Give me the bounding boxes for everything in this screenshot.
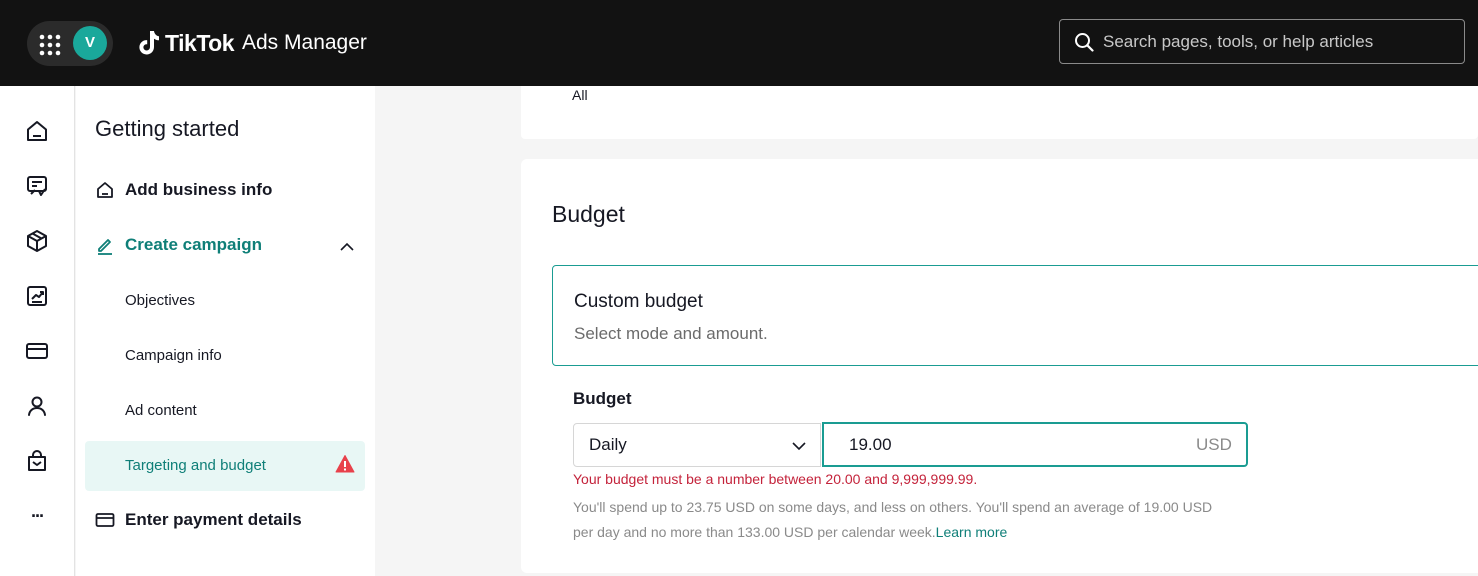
- help-description: You'll spend up to 23.75 USD on some day…: [573, 499, 1213, 540]
- shopping-bag-icon: [28, 450, 46, 471]
- budget-help-text: You'll spend up to 23.75 USD on some day…: [573, 495, 1233, 545]
- app-grid-icon[interactable]: [39, 34, 61, 56]
- substep-label: Targeting and budget: [125, 457, 266, 474]
- top-bar: V TikTok Ads Manager: [0, 0, 1478, 86]
- card-icon: [95, 513, 115, 527]
- step-enter-payment-details[interactable]: Enter payment details: [95, 510, 302, 530]
- substep-campaign-info[interactable]: Campaign info: [125, 347, 222, 364]
- budget-section-title: Budget: [552, 201, 625, 227]
- option-title: Custom budget: [574, 291, 703, 312]
- rail-more[interactable]: ···: [23, 502, 51, 530]
- step-label: Add business info: [125, 180, 273, 199]
- search-icon: [1075, 33, 1094, 52]
- step-add-business-info[interactable]: Add business info: [95, 180, 272, 200]
- budget-amount-field[interactable]: USD: [822, 422, 1248, 467]
- home-icon: [27, 121, 47, 141]
- warning-icon: [335, 455, 355, 473]
- budget-amount-input[interactable]: [849, 433, 1169, 457]
- rail-assets[interactable]: [23, 227, 51, 255]
- brand-product: Ads Manager: [242, 31, 367, 54]
- app-switcher[interactable]: V: [27, 21, 113, 66]
- chevron-down-icon: [792, 442, 806, 451]
- option-subtitle: Select mode and amount.: [574, 324, 768, 343]
- payment-card-icon: [26, 343, 48, 359]
- audience-value: All: [572, 87, 588, 103]
- budget-field-label: Budget: [573, 389, 632, 408]
- selected-mode: Daily: [589, 435, 627, 454]
- budget-error-message: Your budget must be a number between 20.…: [573, 471, 978, 487]
- more-icon: ···: [31, 506, 45, 526]
- budget-card: Budget Custom budget Select mode and amo…: [521, 159, 1478, 573]
- tiktok-logo-icon: [139, 31, 159, 55]
- box-icon: [27, 230, 47, 252]
- icon-rail: ···: [0, 86, 75, 576]
- step-label: Create campaign: [125, 235, 262, 254]
- rail-campaigns[interactable]: [23, 172, 51, 200]
- substep-objectives[interactable]: Objectives: [125, 292, 195, 309]
- sidebar-title: Getting started: [95, 116, 240, 141]
- rail-analytics[interactable]: [23, 282, 51, 310]
- substep-ad-content[interactable]: Ad content: [125, 402, 197, 419]
- avatar[interactable]: V: [73, 26, 107, 60]
- getting-started-sidebar: Getting started Add business info Create…: [76, 86, 375, 576]
- learn-more-link[interactable]: Learn more: [936, 524, 1008, 540]
- brand-logo[interactable]: TikTok Ads Manager: [137, 27, 367, 59]
- step-label: Enter payment details: [125, 510, 302, 529]
- rail-shop[interactable]: [23, 447, 51, 475]
- chevron-up-icon[interactable]: [338, 238, 356, 256]
- search-input[interactable]: [1103, 28, 1453, 56]
- budget-mode-select[interactable]: Daily: [573, 423, 821, 467]
- house-icon: [97, 182, 113, 198]
- pencil-icon: [98, 239, 112, 255]
- campaign-icon: [27, 176, 47, 196]
- currency-label: USD: [1196, 435, 1232, 454]
- audience-card: All: [521, 86, 1478, 139]
- rail-payment[interactable]: [23, 337, 51, 365]
- brand-name: TikTok: [165, 29, 235, 56]
- search-box[interactable]: [1059, 19, 1465, 64]
- custom-budget-option[interactable]: Custom budget Select mode and amount.: [552, 265, 1478, 366]
- analytics-icon: [27, 286, 47, 306]
- rail-account[interactable]: [23, 392, 51, 420]
- substep-targeting-and-budget[interactable]: Targeting and budget: [85, 441, 365, 491]
- rail-home[interactable]: [23, 117, 51, 145]
- step-create-campaign[interactable]: Create campaign: [95, 235, 262, 255]
- person-icon: [28, 396, 46, 416]
